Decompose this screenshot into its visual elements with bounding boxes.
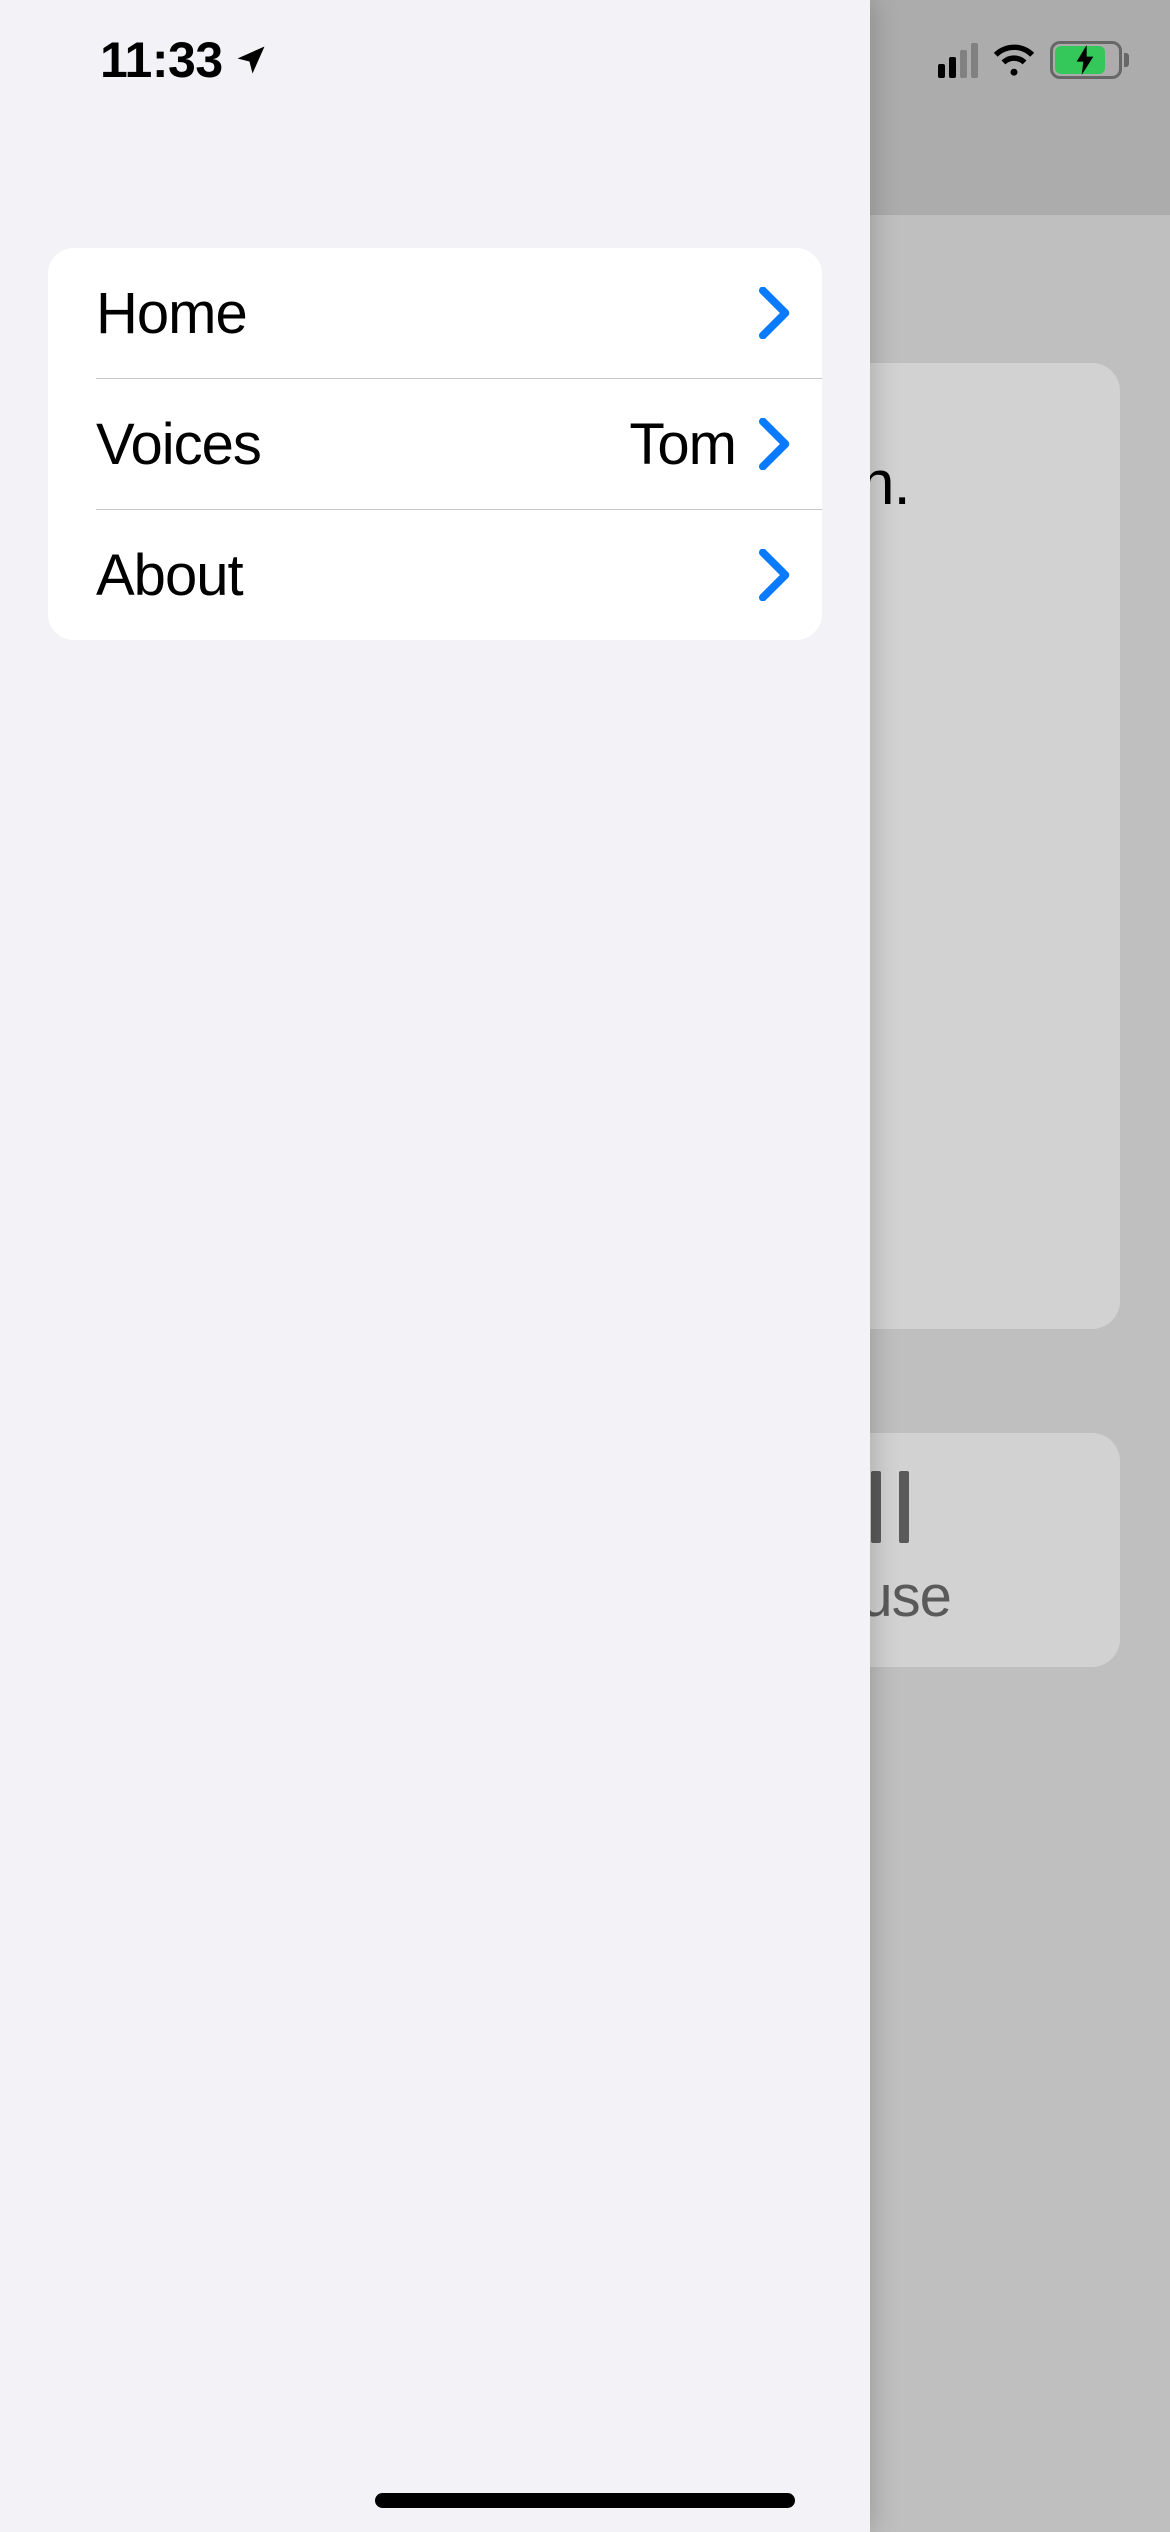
status-bar: 11:33	[0, 0, 1170, 120]
side-drawer: Home Voices Tom About	[0, 0, 870, 2532]
chevron-right-icon	[758, 287, 792, 339]
menu-item-value: Tom	[629, 411, 736, 478]
menu-item-home[interactable]: Home	[48, 248, 822, 378]
chevron-right-icon	[758, 549, 792, 601]
wifi-icon	[992, 38, 1036, 82]
location-icon	[233, 42, 269, 78]
menu-item-voices[interactable]: Voices Tom	[48, 379, 822, 509]
cellular-icon	[938, 43, 978, 78]
menu-item-label: About	[96, 542, 758, 609]
drawer-menu: Home Voices Tom About	[48, 248, 822, 640]
chevron-right-icon	[758, 418, 792, 470]
home-indicator[interactable]	[375, 2493, 795, 2508]
menu-item-label: Home	[96, 280, 758, 347]
menu-item-about[interactable]: About	[48, 510, 822, 640]
menu-item-label: Voices	[96, 411, 629, 478]
pause-icon	[871, 1471, 909, 1543]
battery-charging-icon	[1050, 41, 1130, 79]
status-time: 11:33	[100, 31, 223, 89]
